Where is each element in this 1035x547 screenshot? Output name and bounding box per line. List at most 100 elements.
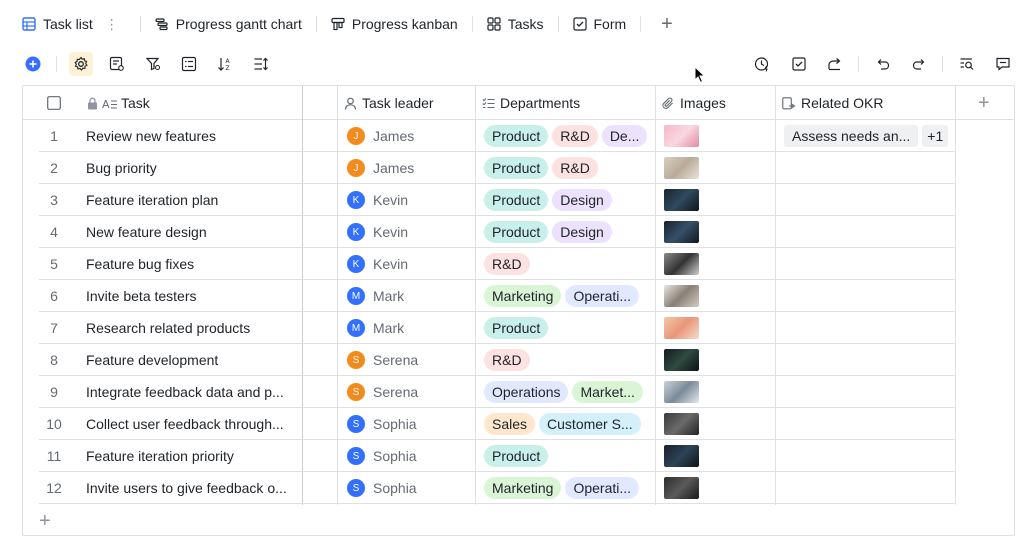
table-row[interactable]: 9 Integrate feedback data and p... S Ser… [39,376,955,408]
tab-progress-gantt-chart[interactable]: Progress gantt chart [155,12,302,36]
image-thumbnail[interactable] [664,317,699,339]
select-all-checkbox[interactable] [47,86,61,120]
task-cell[interactable]: Feature iteration priority [86,440,298,472]
task-cell[interactable]: Invite users to give feedback o... [86,472,298,504]
task-leader-cell[interactable]: S Serena [347,344,477,376]
task-leader-cell[interactable]: S Sophia [347,408,477,440]
departments-cell[interactable]: Marketing Operati... [484,472,660,504]
task-leader-cell[interactable]: S Sophia [347,472,477,504]
comment-button[interactable] [993,54,1013,74]
field-config-button[interactable] [107,54,127,74]
tab-task-list[interactable]: Task list ⋮ [22,12,119,36]
sort-button[interactable]: AZ [215,54,235,74]
departments-cell[interactable]: Product [484,440,660,472]
task-cell[interactable]: Research related products [86,312,298,344]
tab-tasks[interactable]: Tasks [487,12,544,36]
departments-cell[interactable]: R&D [484,248,660,280]
related-okr-cell[interactable] [784,184,960,216]
group-button[interactable] [179,54,199,74]
redo-button[interactable] [909,54,929,74]
image-thumbnail[interactable] [664,253,699,275]
table-row[interactable]: 1 Review new features J James Product R&D… [39,120,955,152]
header-images[interactable]: Images [662,86,726,120]
images-cell[interactable] [664,184,774,216]
images-cell[interactable] [664,376,774,408]
table-row[interactable]: 3 Feature iteration plan K Kevin Product… [39,184,955,216]
images-cell[interactable] [664,408,774,440]
images-cell[interactable] [664,312,774,344]
automation-button[interactable] [752,54,772,74]
task-cell[interactable]: Bug priority [86,152,298,184]
related-okr-cell[interactable] [784,344,960,376]
table-row[interactable]: 4 New feature design K Kevin Product Desi… [39,216,955,248]
table-row[interactable]: 7 Research related products M Mark Produ… [39,312,955,344]
add-view-button[interactable]: + [661,14,673,34]
okr-record-chip[interactable]: Assess needs an... [784,125,919,147]
table-row[interactable]: 11 Feature iteration priority S Sophia P… [39,440,955,472]
settings-button[interactable] [69,52,93,76]
images-cell[interactable] [664,344,774,376]
images-cell[interactable] [664,280,774,312]
images-cell[interactable] [664,440,774,472]
image-thumbnail[interactable] [664,381,699,403]
images-cell[interactable] [664,216,774,248]
table-row[interactable]: 2 Bug priority J James Product R&D [39,152,955,184]
task-cell[interactable]: New feature design [86,216,298,248]
table-row[interactable]: 6 Invite beta testers M Mark Marketing Op… [39,280,955,312]
related-okr-cell[interactable] [784,472,960,504]
task-leader-cell[interactable]: K Kevin [347,184,477,216]
task-cell[interactable]: Invite beta testers [86,280,298,312]
table-row[interactable]: 8 Feature development S Serena R&D [39,344,955,376]
tab-progress-kanban[interactable]: Progress kanban [331,12,458,36]
departments-cell[interactable]: Product R&D [484,152,660,184]
header-task-leader[interactable]: Task leader [344,86,434,120]
image-thumbnail[interactable] [664,413,699,435]
related-okr-cell[interactable] [784,280,960,312]
images-cell[interactable] [664,152,774,184]
image-thumbnail[interactable] [664,477,699,499]
image-thumbnail[interactable] [664,189,699,211]
table-row[interactable]: 12 Invite users to give feedback o... S … [39,472,955,504]
task-leader-cell[interactable]: K Kevin [347,216,477,248]
filter-button[interactable] [143,54,163,74]
okr-more-count[interactable]: +1 [922,125,949,147]
image-thumbnail[interactable] [664,285,699,307]
images-cell[interactable] [664,248,774,280]
task-cell[interactable]: Feature iteration plan [86,184,298,216]
task-leader-cell[interactable]: J James [347,120,477,152]
add-column-button[interactable]: + [978,92,990,115]
departments-cell[interactable]: Marketing Operati... [484,280,660,312]
departments-cell[interactable]: Product [484,312,660,344]
share-button[interactable] [825,54,845,74]
undo-button[interactable] [873,54,893,74]
task-leader-cell[interactable]: S Sophia [347,440,477,472]
task-cell[interactable]: Collect user feedback through... [86,408,298,440]
image-thumbnail[interactable] [664,349,699,371]
task-leader-cell[interactable]: M Mark [347,312,477,344]
related-okr-cell[interactable] [784,248,960,280]
related-okr-cell[interactable] [784,216,960,248]
image-thumbnail[interactable] [664,157,699,179]
tab-more-icon[interactable]: ⋮ [105,16,119,33]
task-leader-cell[interactable]: K Kevin [347,248,477,280]
search-button[interactable] [957,54,977,74]
related-okr-cell[interactable] [784,376,960,408]
related-okr-cell[interactable]: Assess needs an... +1 [784,120,960,152]
related-okr-cell[interactable] [784,312,960,344]
table-row[interactable]: 5 Feature bug fixes K Kevin R&D [39,248,955,280]
table-row[interactable]: 10 Collect user feedback through... S So… [39,408,955,440]
add-record-button[interactable] [23,54,43,74]
task-cell[interactable]: Review new features [86,120,298,152]
related-okr-cell[interactable] [784,408,960,440]
tab-form[interactable]: Form [572,12,626,36]
header-departments[interactable]: Departments [482,86,580,120]
image-thumbnail[interactable] [664,221,699,243]
departments-cell[interactable]: Product R&D De... [484,120,660,152]
task-check-button[interactable] [789,54,809,74]
departments-cell[interactable]: Operations Market... [484,376,660,408]
departments-cell[interactable]: R&D [484,344,660,376]
images-cell[interactable] [664,472,774,504]
images-cell[interactable] [664,120,774,152]
task-cell[interactable]: Feature bug fixes [86,248,298,280]
header-related-okr[interactable]: Related OKR [782,86,883,120]
